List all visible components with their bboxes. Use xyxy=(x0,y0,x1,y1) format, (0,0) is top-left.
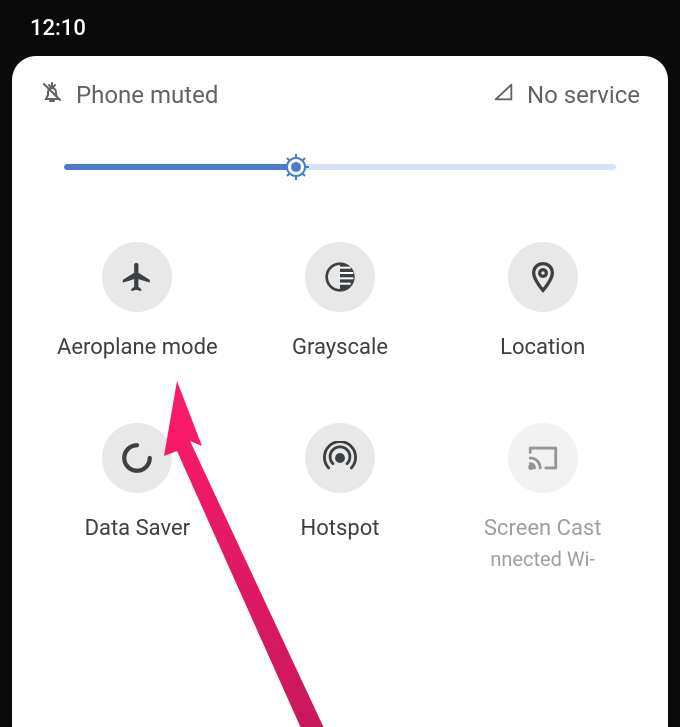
slider-fill xyxy=(64,164,296,170)
tile-sublabel: nnected Wi- xyxy=(490,547,595,571)
signal-label: No service xyxy=(527,81,640,109)
tile-label: Screen Cast xyxy=(484,515,602,544)
airplane-icon xyxy=(102,242,172,312)
tile-label: Location xyxy=(500,334,585,363)
brightness-slider[interactable] xyxy=(64,152,616,182)
location-icon xyxy=(508,242,578,312)
grayscale-icon xyxy=(305,242,375,312)
tile-location[interactable]: Location xyxy=(441,242,644,363)
panel-header: Phone muted No service xyxy=(36,76,644,110)
cast-icon xyxy=(508,423,578,493)
tile-grayscale[interactable]: Grayscale xyxy=(239,242,442,363)
tile-hotspot[interactable]: Hotspot xyxy=(239,423,442,572)
quick-settings-panel: Phone muted No service xyxy=(12,56,668,727)
hotspot-icon xyxy=(305,423,375,493)
tile-label: Grayscale xyxy=(292,334,388,363)
tile-label: Data Saver xyxy=(85,515,191,544)
brightness-icon[interactable] xyxy=(282,153,310,181)
tile-screen-cast[interactable]: Screen Cast nnected Wi- xyxy=(441,423,644,572)
tile-data-saver[interactable]: Data Saver xyxy=(36,423,239,572)
mute-label: Phone muted xyxy=(76,81,218,109)
signal-icon xyxy=(493,81,515,109)
tile-label: Hotspot xyxy=(301,515,380,544)
clock-time: 12:10 xyxy=(30,16,86,41)
mute-status: Phone muted xyxy=(40,80,218,110)
signal-status: No service xyxy=(493,81,640,109)
tile-aeroplane-mode[interactable]: Aeroplane mode xyxy=(36,242,239,363)
status-bar: 12:10 xyxy=(0,0,680,56)
mute-icon xyxy=(40,80,64,110)
quick-tiles-grid: Aeroplane mode Grayscale xyxy=(36,242,644,571)
tile-label: Aeroplane mode xyxy=(57,334,218,363)
data-saver-icon xyxy=(102,423,172,493)
